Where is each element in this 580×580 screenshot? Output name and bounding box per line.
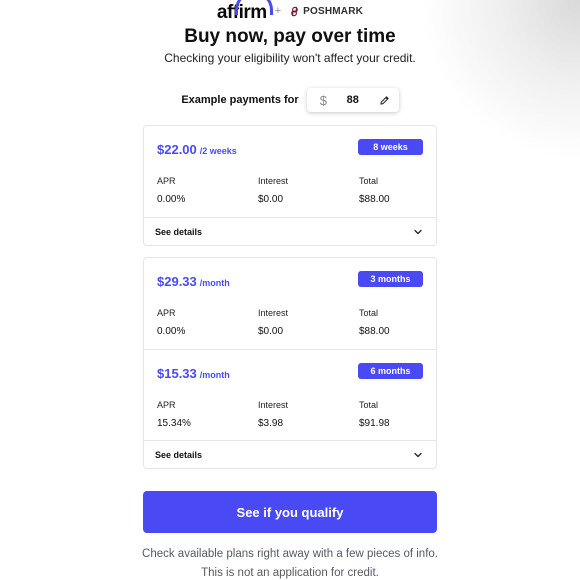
price-amount: $22.00 xyxy=(157,142,197,157)
see-details-toggle[interactable]: See details xyxy=(144,440,436,468)
total-stat: Total $88.00 xyxy=(359,176,390,205)
price-period: /month xyxy=(199,370,230,380)
chevron-down-icon xyxy=(414,452,422,457)
price-amount: $29.33 xyxy=(157,274,197,289)
example-payments-label: Example payments for xyxy=(181,94,299,106)
term-badge: 8 weeks xyxy=(358,139,423,155)
plan-price: $15.33 /month xyxy=(157,366,230,381)
interest-label: Interest xyxy=(258,176,289,186)
plan-price: $22.00 /2 weeks xyxy=(157,142,237,157)
interest-stat: Interest $0.00 xyxy=(258,308,288,337)
apr-value: 0.00% xyxy=(157,326,186,337)
interest-value: $0.00 xyxy=(258,326,284,337)
apr-label: APR xyxy=(157,400,176,410)
total-stat: Total $91.98 xyxy=(359,400,390,429)
term-badge: 3 months xyxy=(358,271,423,287)
footnote-line-1: Check available plans right away with a … xyxy=(142,548,438,560)
price-amount: $15.33 xyxy=(157,366,197,381)
see-details-label: See details xyxy=(155,449,203,460)
apr-stat: APR 0.00% xyxy=(157,308,185,337)
total-label: Total xyxy=(359,400,379,410)
interest-value: $3.98 xyxy=(258,418,284,429)
plan-card: $29.33 /month 3 months APR 0.00% Interes… xyxy=(143,257,437,469)
interest-label: Interest xyxy=(258,400,289,410)
apr-value: 0.00% xyxy=(157,194,186,205)
currency-symbol: $ xyxy=(319,92,327,108)
background-shade xyxy=(420,0,580,160)
partner-logos: affirm + POSHMARK xyxy=(0,0,580,22)
affirm-arc-icon xyxy=(234,0,273,15)
see-if-you-qualify-button[interactable]: See if you qualify xyxy=(143,491,437,533)
affirm-logo: affirm xyxy=(217,0,273,22)
apr-label: APR xyxy=(157,176,176,186)
total-value: $88.00 xyxy=(359,194,390,205)
chevron-down-icon xyxy=(414,229,422,234)
interest-stat: Interest $0.00 xyxy=(258,176,288,205)
logo-plus: + xyxy=(274,5,282,17)
apr-stat: APR 15.34% xyxy=(157,400,191,429)
total-value: $88.00 xyxy=(359,326,390,337)
price-period: /month xyxy=(199,278,230,288)
apr-label: APR xyxy=(157,308,176,318)
plan-price: $29.33 /month xyxy=(157,274,230,289)
see-details-label: See details xyxy=(155,226,203,237)
interest-stat: Interest $3.98 xyxy=(258,400,288,429)
apr-value: 15.34% xyxy=(157,418,191,429)
see-details-toggle[interactable]: See details xyxy=(144,217,436,245)
total-label: Total xyxy=(359,308,379,318)
footnote-line-2: This is not an application for credit. xyxy=(201,567,379,579)
pencil-icon[interactable] xyxy=(379,95,390,106)
plan-option[interactable]: $29.33 /month 3 months APR 0.00% Interes… xyxy=(144,258,436,349)
poshmark-icon xyxy=(291,6,298,16)
total-label: Total xyxy=(359,176,379,186)
page-title: Buy now, pay over time xyxy=(184,26,396,47)
total-value: $91.98 xyxy=(359,418,390,429)
poshmark-logo: POSHMARK xyxy=(289,6,363,17)
example-payments-row: Example payments for $ 88 xyxy=(0,88,580,112)
interest-value: $0.00 xyxy=(258,194,284,205)
plan-option[interactable]: $22.00 /2 weeks 8 weeks APR 0.00% Intere… xyxy=(144,126,436,217)
amount-input[interactable]: $ 88 xyxy=(306,88,399,112)
apr-stat: APR 0.00% xyxy=(157,176,185,205)
interest-label: Interest xyxy=(258,308,289,318)
plan-card: $22.00 /2 weeks 8 weeks APR 0.00% Intere… xyxy=(143,125,437,246)
term-badge: 6 months xyxy=(358,363,423,379)
total-stat: Total $88.00 xyxy=(359,308,390,337)
footnote: Check available plans right away with a … xyxy=(0,545,580,580)
price-period: /2 weeks xyxy=(199,146,237,156)
page-subtitle: Checking your eligibility won't affect y… xyxy=(164,51,416,65)
amount-value: 88 xyxy=(346,94,359,106)
plan-option[interactable]: $15.33 /month 6 months APR 15.34% Intere… xyxy=(144,349,436,440)
